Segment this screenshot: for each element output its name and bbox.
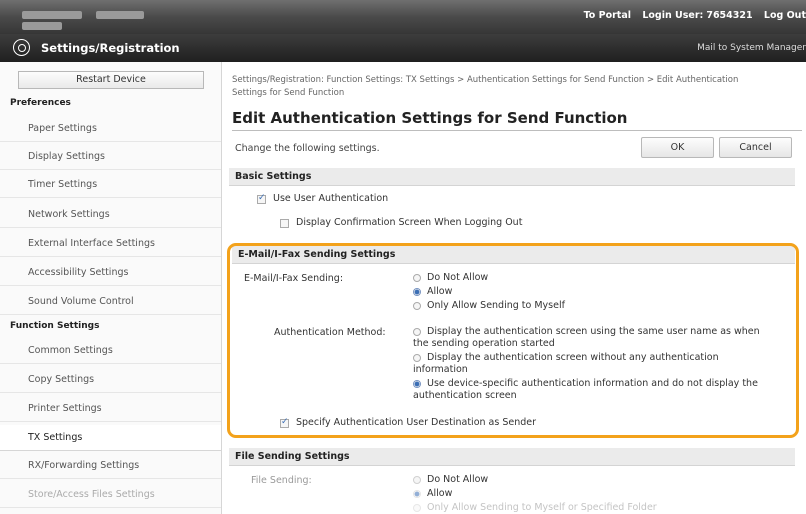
file-sending-allow-label: Allow [427,488,453,499]
auth-method-device-specific-radio[interactable] [413,380,421,388]
file-sending-only-myself-radio[interactable] [413,504,421,512]
sidebar-item-network-settings[interactable]: Network Settings [0,202,221,228]
to-portal-link[interactable]: To Portal [584,10,631,21]
sidebar-item-paper-settings[interactable]: Paper Settings [0,116,221,142]
file-sending-do-not-allow-label: Do Not Allow [427,474,489,485]
file-sending-do-not-allow-radio[interactable] [413,476,421,484]
specify-sender-checkbox[interactable] [280,417,289,428]
section-heading-basic-settings: Basic Settings [229,168,795,186]
sidebar-item-printer-settings[interactable]: Printer Settings [0,396,221,422]
auth-method-same-user-label-2: the sending operation started [413,338,555,349]
auth-method-same-user-radio[interactable] [413,328,421,336]
sidebar-item-copy-settings[interactable]: Copy Settings [0,367,221,393]
logout-link[interactable]: Log Out [764,10,806,21]
mail-to-system-manager-link[interactable]: Mail to System Manager [697,43,806,53]
sidebar-item-timer-settings[interactable]: Timer Settings [0,172,221,198]
page-header-title: Settings/Registration [41,41,180,55]
email-sending-only-myself-radio[interactable] [413,302,421,310]
login-user-value: 7654321 [706,10,753,21]
email-sending-do-not-allow-label: Do Not Allow [427,272,489,283]
cancel-button[interactable]: Cancel [719,137,792,158]
breadcrumb-line-2: Settings for Send Function [232,88,345,98]
sidebar-item-sound-volume-control[interactable]: Sound Volume Control [0,289,221,315]
email-sending-allow-label: Allow [427,286,453,297]
page-title: Edit Authentication Settings for Send Fu… [232,109,628,127]
specify-sender-label: Specify Authentication User Destination … [296,417,537,428]
settings-gear-icon [13,39,30,56]
use-user-authentication-label: Use User Authentication [273,193,389,204]
restart-device-button[interactable]: Restart Device [18,71,204,89]
title-divider [232,130,802,131]
breadcrumb-line-1: Settings/Registration: Function Settings… [232,75,739,85]
login-user-label: Login User: [642,10,704,21]
auth-method-no-info-label-2: information [413,364,468,375]
auth-method-no-info-radio[interactable] [413,354,421,362]
sidebar-item-store-access-files-settings[interactable]: Store/Access Files Settings [0,482,221,508]
auth-method-device-specific-label-1: Use device-specific authentication infor… [427,378,758,389]
sidebar-item-common-settings[interactable]: Common Settings [0,338,221,364]
email-sending-do-not-allow-radio[interactable] [413,274,421,282]
sidebar-item-tx-settings[interactable]: TX Settings [0,425,221,451]
sidebar-heading-preferences: Preferences [10,98,71,108]
file-sending-label: File Sending: [251,475,312,486]
sidebar-item-rx-forwarding-settings[interactable]: RX/Forwarding Settings [0,453,221,479]
ok-button[interactable]: OK [641,137,714,158]
top-bar: To Portal Login User: 7654321 Log Out [0,0,806,34]
section-heading-file-sending: File Sending Settings [229,448,795,466]
file-sending-only-myself-label: Only Allow Sending to Myself or Specifie… [427,502,657,513]
sidebar: Restart Device Preferences Paper Setting… [0,62,222,514]
auth-method-no-info-label-1: Display the authentication screen withou… [427,352,719,363]
display-confirmation-checkbox[interactable] [280,219,289,228]
authentication-method-label: Authentication Method: [274,327,386,338]
use-user-authentication-checkbox[interactable] [257,193,266,204]
sidebar-item-accessibility-settings[interactable]: Accessibility Settings [0,260,221,286]
file-sending-allow-radio[interactable] [413,490,421,498]
title-bar: Settings/Registration Mail to System Man… [0,34,806,62]
auth-method-same-user-label-1: Display the authentication screen using … [427,326,760,337]
device-name-redacted [22,11,192,30]
breadcrumb: Settings/Registration: Function Settings… [232,74,792,100]
sidebar-item-display-settings[interactable]: Display Settings [0,144,221,170]
email-sending-allow-radio[interactable] [413,288,421,296]
email-sending-only-myself-label: Only Allow Sending to Myself [427,300,565,311]
instruction-text: Change the following settings. [235,143,380,154]
sidebar-heading-function-settings: Function Settings [10,321,100,331]
section-heading-email-ifax: E-Mail/I-Fax Sending Settings [232,246,795,264]
display-confirmation-label: Display Confirmation Screen When Logging… [296,217,523,228]
email-ifax-sending-label: E-Mail/I-Fax Sending: [244,273,344,284]
main-content: Settings/Registration: Function Settings… [223,62,806,514]
sidebar-item-external-interface-settings[interactable]: External Interface Settings [0,231,221,257]
top-bar-links: To Portal Login User: 7654321 Log Out [584,10,806,21]
auth-method-device-specific-label-2: authentication screen [413,390,517,401]
